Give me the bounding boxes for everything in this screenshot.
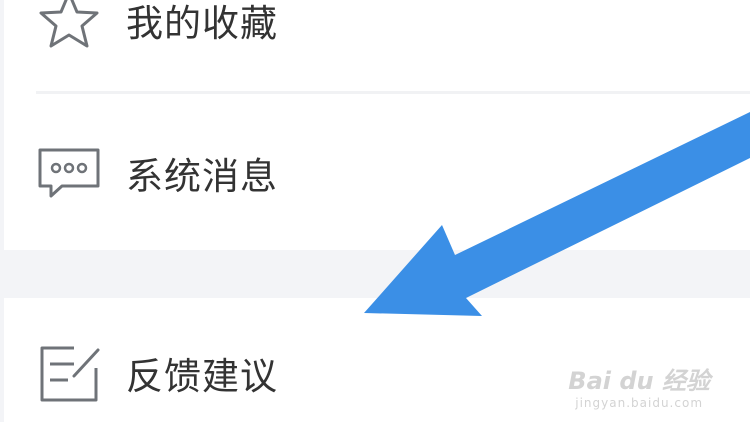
watermark-url: jingyan.baidu.com (575, 396, 704, 410)
menu-item-messages-label: 系统消息 (126, 155, 278, 198)
menu-item-favorites[interactable]: 我的收藏 (4, 0, 750, 65)
star-icon (39, 0, 99, 48)
menu-item-messages[interactable]: 系统消息 (4, 128, 750, 218)
edit-note-icon (40, 346, 100, 402)
menu-item-favorites-label: 我的收藏 (126, 2, 278, 45)
menu-item-feedback-label: 反馈建议 (126, 355, 278, 398)
chat-bubble-icon (38, 148, 100, 198)
watermark-brand: Bai du 经验 (568, 367, 710, 395)
watermark: Bai du 经验 jingyan.baidu.com (568, 361, 710, 410)
divider (36, 91, 750, 94)
menu-card-top: 我的收藏 系统消息 (4, 0, 750, 250)
